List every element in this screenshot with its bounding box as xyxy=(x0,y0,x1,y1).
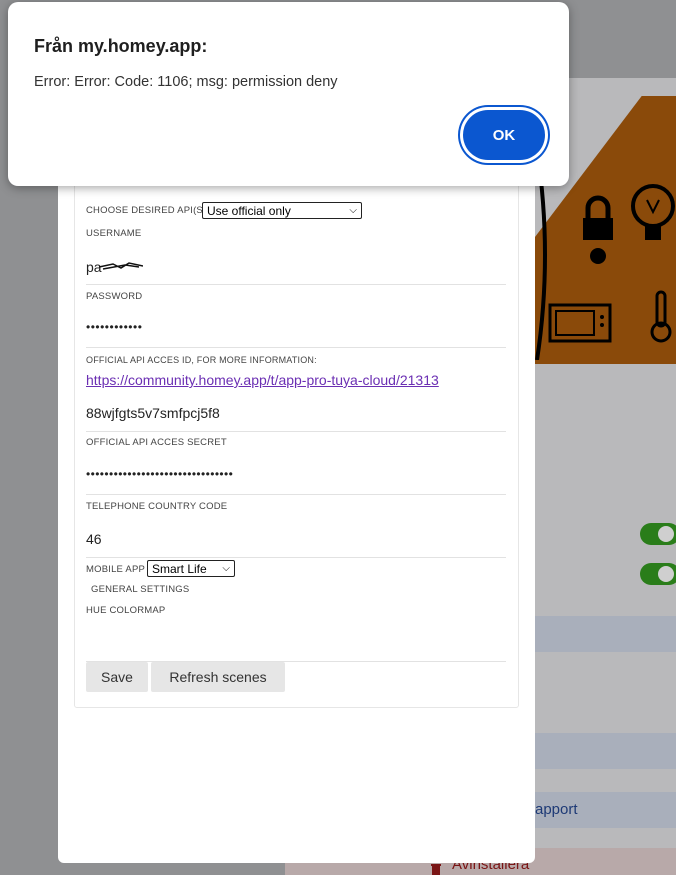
api-choice-select[interactable]: Use official only ⌵ xyxy=(202,202,362,219)
save-button[interactable]: Save xyxy=(86,662,148,692)
country-code-input[interactable]: 46 xyxy=(86,531,102,547)
api-id-label: OFFICIAL API ACCES ID, FOR MORE INFORMAT… xyxy=(86,355,317,365)
api-id-info-link[interactable]: https://community.homey.app/t/app-pro-tu… xyxy=(86,372,439,388)
alert-title: Från my.homey.app: xyxy=(34,36,208,56)
hue-colormap-label: HUE COLORMAP xyxy=(86,605,166,616)
lock-icon xyxy=(583,195,613,264)
field-underline xyxy=(86,661,506,662)
api-secret-label: OFFICIAL API ACCES SECRET xyxy=(86,437,227,448)
field-underline xyxy=(86,557,506,558)
api-secret-input[interactable]: •••••••••••••••••••••••••••••••• xyxy=(86,467,233,481)
alert-dialog: Från my.homey.app: Error: Error: Code: 1… xyxy=(8,2,569,186)
api-choice-value: Use official only xyxy=(207,203,291,218)
field-underline xyxy=(86,284,506,285)
background-row xyxy=(520,616,676,652)
password-input[interactable]: •••••••••••• xyxy=(86,320,142,334)
field-underline xyxy=(86,494,506,495)
country-code-label: TELEPHONE COUNTRY CODE xyxy=(86,501,228,512)
microwave-icon xyxy=(548,303,612,343)
mobile-app-select[interactable]: Smart Life ⌵ xyxy=(147,560,235,577)
chevron-down-icon: ⌵ xyxy=(349,204,357,216)
ok-button[interactable]: OK xyxy=(463,110,545,160)
username-label: USERNAME xyxy=(86,228,142,239)
thermometer-icon xyxy=(650,290,672,343)
api-id-input[interactable]: 88wjfgts5v7smfpcj5f8 xyxy=(86,405,220,421)
redaction-scribble xyxy=(99,262,143,270)
settings-modal: CHOOSE DESIRED API(S) Use official only … xyxy=(58,150,535,863)
field-underline xyxy=(86,347,506,348)
chevron-down-icon: ⌵ xyxy=(222,562,230,574)
api-choice-label: CHOOSE DESIRED API(S) xyxy=(86,205,207,216)
refresh-scenes-button[interactable]: Refresh scenes xyxy=(151,662,285,692)
general-settings-label: GENERAL SETTINGS xyxy=(91,584,190,595)
mobile-app-value: Smart Life xyxy=(152,561,207,576)
mobile-app-label: MOBILE APP xyxy=(86,564,146,575)
settings-card: CHOOSE DESIRED API(S) Use official only … xyxy=(74,174,519,708)
background-row xyxy=(520,733,676,769)
password-label: PASSWORD xyxy=(86,291,143,302)
field-underline xyxy=(86,431,506,432)
lightbulb-icon xyxy=(631,184,675,240)
toggle-switch[interactable] xyxy=(640,563,676,585)
support-link[interactable]: apport xyxy=(535,801,578,818)
trash-icon xyxy=(431,864,441,875)
toggle-switch[interactable] xyxy=(640,523,676,545)
alert-message: Error: Error: Code: 1106; msg: permissio… xyxy=(34,74,338,90)
